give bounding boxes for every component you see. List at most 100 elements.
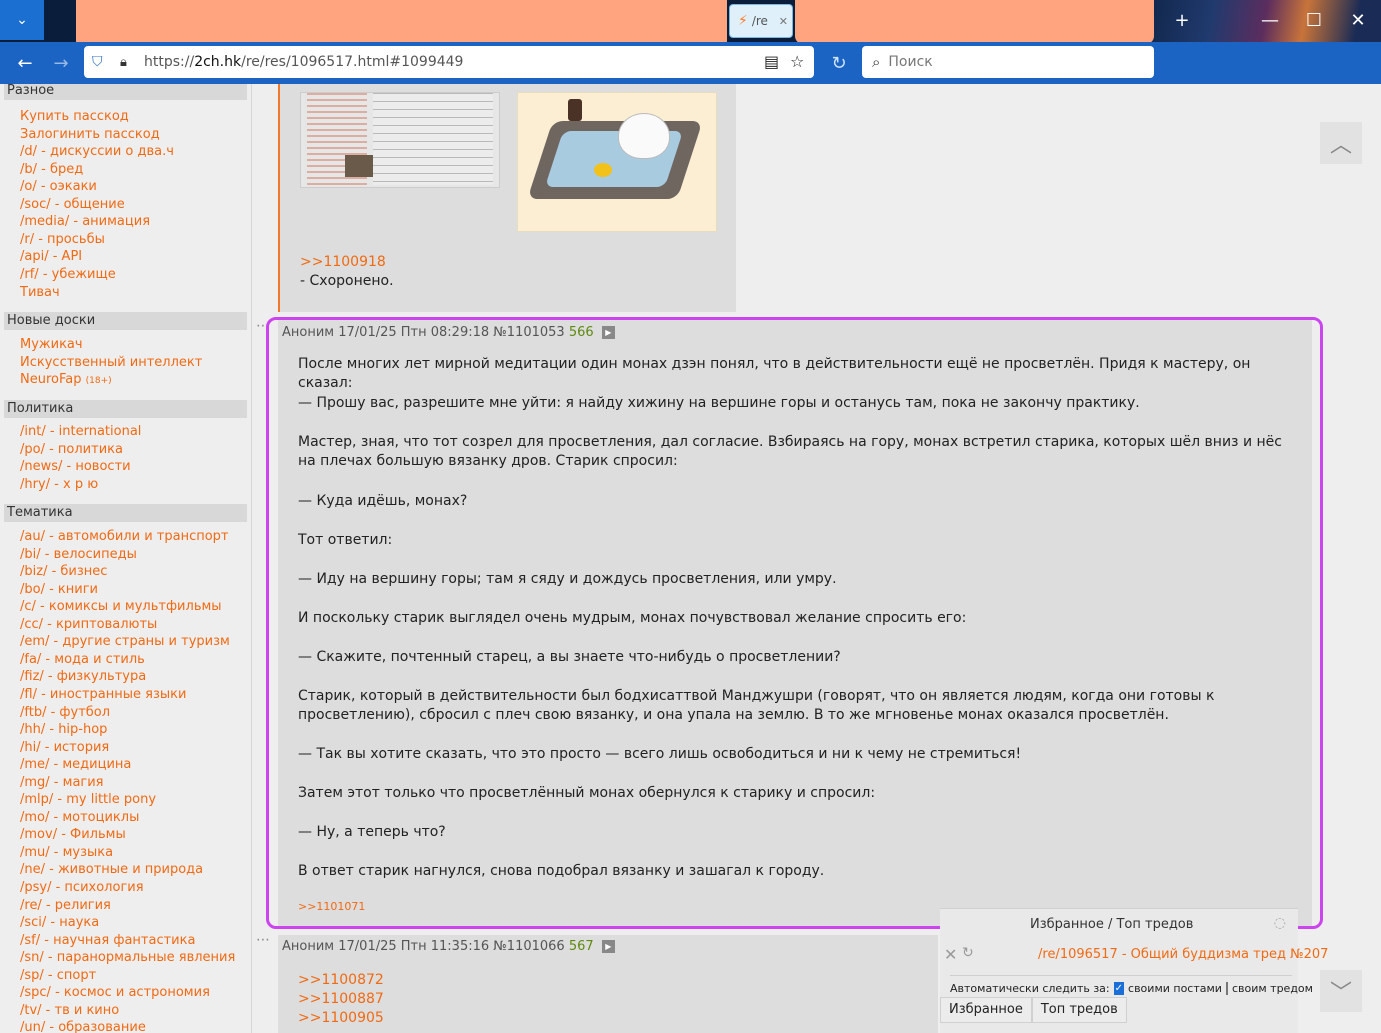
sidebar-link[interactable]: /ftb/ - футбол: [20, 704, 110, 721]
backlink[interactable]: >>1101071: [298, 900, 365, 913]
url-text[interactable]: https://2ch.hk/re/res/1096517.html#10994…: [144, 54, 463, 70]
sidebar-link[interactable]: /po/ - политика: [20, 441, 123, 458]
sidebar-link[interactable]: /bo/ - книги: [20, 581, 98, 598]
sidebar-link[interactable]: /fiz/ - физкультура: [20, 668, 146, 685]
panel-tabs: Избранное Топ тредов: [940, 997, 1298, 1023]
reply-link[interactable]: >>1100918: [300, 254, 386, 270]
attachment-thumbnail[interactable]: [300, 92, 500, 188]
sidebar-link[interactable]: /sn/ - паранормальные явления: [20, 949, 235, 966]
sidebar-link[interactable]: /mu/ - музыка: [20, 844, 113, 861]
sidebar-link[interactable]: /bi/ - велосипеды: [20, 546, 137, 563]
attachment-thumbnail[interactable]: [517, 92, 717, 232]
sidebar-link[interactable]: /rf/ - убежище: [20, 266, 116, 283]
reply-link[interactable]: >>1100905: [298, 1010, 384, 1026]
sidebar-link-label: /soc/ - общение: [20, 196, 125, 212]
post-paragraph: — Прошу вас, разрешите мне уйти: я найду…: [298, 395, 1140, 411]
sidebar-link[interactable]: /spc/ - космос и астрономия: [20, 984, 210, 1001]
sidebar-link[interactable]: /tv/ - тв и кино: [20, 1002, 119, 1019]
sidebar-link[interactable]: NeuroFap (18+): [20, 371, 112, 390]
sidebar-link[interactable]: /fl/ - иностранные языки: [20, 686, 186, 703]
sidebar-link[interactable]: /biz/ - бизнес: [20, 563, 107, 580]
play-icon[interactable]: ▶: [601, 940, 615, 953]
bookmark-star-icon[interactable]: ☆: [790, 52, 804, 71]
forward-button[interactable]: →: [46, 48, 76, 78]
sidebar-link-label: /biz/ - бизнес: [20, 564, 108, 580]
sidebar-link-label: /media/ - анимация: [20, 214, 151, 230]
sidebar-link[interactable]: Мужикач: [20, 336, 83, 353]
sidebar-link[interactable]: /mg/ - магия: [20, 774, 104, 791]
sidebar-link[interactable]: Залогинить пасскод: [20, 126, 160, 143]
own-thread-checkbox[interactable]: [1225, 982, 1228, 995]
sidebar-link[interactable]: /hry/ - х р ю: [20, 476, 98, 493]
sidebar-link[interactable]: /int/ - international: [20, 423, 141, 440]
lock-icon[interactable]: 🔒︎: [120, 55, 134, 70]
redacted-region: [76, 0, 727, 42]
reply-link[interactable]: >>1100872: [298, 972, 384, 988]
tab-favorites[interactable]: Избранное: [940, 997, 1032, 1023]
scroll-down-button[interactable]: ﹀: [1320, 970, 1362, 1012]
sidebar-link[interactable]: /ne/ - животные и природа: [20, 861, 203, 878]
close-window-button[interactable]: ✕: [1336, 0, 1380, 40]
sidebar-link[interactable]: /r/ - просьбы: [20, 231, 105, 248]
post-id[interactable]: №1101066: [493, 939, 564, 954]
minimize-button[interactable]: —: [1248, 0, 1292, 40]
tab-list-button[interactable]: ⌄: [0, 0, 44, 40]
tab-bar: ⌄ ⚡ /re ✕ + — ☐ ✕: [0, 0, 1381, 42]
sidebar-link-label: /int/ - international: [20, 424, 142, 439]
sidebar-link[interactable]: /hi/ - история: [20, 739, 109, 756]
post-menu-icon[interactable]: ⋯: [256, 932, 271, 948]
back-button[interactable]: ←: [10, 48, 40, 78]
sidebar-link[interactable]: Искусственный интеллект: [20, 354, 202, 371]
sidebar-link[interactable]: /media/ - анимация: [20, 213, 150, 230]
scroll-up-button[interactable]: ︿: [1320, 122, 1362, 164]
sidebar-link[interactable]: /psy/ - психология: [20, 879, 144, 896]
sidebar-link[interactable]: /c/ - комиксы и мультфильмы: [20, 598, 222, 615]
url-bar[interactable]: ⛉ 🔒︎ https://2ch.hk/re/res/1096517.html#…: [84, 46, 814, 78]
reply-link[interactable]: >>1100887: [298, 991, 384, 1007]
tab-active[interactable]: ⚡ /re ✕: [729, 4, 793, 38]
sidebar-link[interactable]: Купить пасскод: [20, 108, 129, 125]
favorite-thread-link[interactable]: /re/1096517 - Общий буддизма тред №207: [1038, 947, 1328, 962]
post-menu-icon[interactable]: ⋯: [256, 318, 271, 334]
refresh-icon[interactable]: ↻: [962, 945, 974, 961]
sidebar-link[interactable]: /mlp/ - my little pony: [20, 791, 156, 808]
sidebar-link[interactable]: Тивач: [20, 284, 60, 301]
sidebar-link[interactable]: /cc/ - криптовалюты: [20, 616, 157, 633]
sidebar-link[interactable]: /b/ - бред: [20, 161, 83, 178]
sidebar-link[interactable]: /sf/ - научная фантастика: [20, 932, 195, 949]
reader-view-icon[interactable]: ▤: [764, 52, 779, 71]
sidebar-link[interactable]: /news/ - новости: [20, 458, 131, 475]
maximize-button[interactable]: ☐: [1292, 0, 1336, 40]
play-icon[interactable]: ▶: [601, 326, 615, 339]
sidebar-link[interactable]: /un/ - образование: [20, 1019, 146, 1033]
sidebar-link[interactable]: /soc/ - общение: [20, 196, 125, 213]
sidebar-link[interactable]: /mov/ - Фильмы: [20, 826, 126, 843]
sidebar-link[interactable]: /hh/ - hip-hop: [20, 721, 107, 738]
sidebar-link-label: /bi/ - велосипеды: [20, 546, 137, 562]
sidebar-link[interactable]: /au/ - автомобили и транспорт: [20, 528, 229, 545]
shield-icon[interactable]: ⛉: [92, 54, 110, 70]
sidebar-link[interactable]: /em/ - другие страны и туризм: [20, 633, 230, 650]
sidebar-link[interactable]: /me/ - медицина: [20, 756, 131, 773]
sidebar-link-label: /po/ - политика: [20, 441, 123, 457]
post-id[interactable]: №1101053: [493, 325, 564, 340]
close-icon[interactable]: ✕: [944, 945, 957, 964]
reload-icon[interactable]: ↻: [826, 50, 852, 76]
sidebar-link[interactable]: /mo/ - мотоциклы: [20, 809, 139, 826]
post-paragraph: — Скажите, почтенный старец, а вы знаете…: [298, 649, 841, 665]
scrollbar[interactable]: [1377, 84, 1381, 1033]
sidebar-link[interactable]: /sci/ - наука: [20, 914, 99, 931]
close-tab-icon[interactable]: ✕: [779, 15, 788, 28]
own-posts-checkbox[interactable]: ✓: [1113, 982, 1125, 995]
tab-top-threads[interactable]: Топ тредов: [1031, 997, 1127, 1023]
sidebar-link[interactable]: /d/ - дискуссии о два.ч: [20, 143, 174, 160]
new-tab-button[interactable]: +: [1160, 0, 1204, 40]
sidebar-link[interactable]: /re/ - религия: [20, 897, 111, 914]
post-paragraph: Мастер, зная, что тот созрел для просвет…: [298, 434, 1282, 469]
refresh-icon[interactable]: ◌: [1274, 915, 1286, 931]
sidebar-link[interactable]: /o/ - оэкаки: [20, 178, 97, 195]
sidebar-link[interactable]: /api/ - API: [20, 248, 82, 265]
search-input[interactable]: ⌕ Поиск: [862, 46, 1154, 78]
sidebar-link[interactable]: /sp/ - спорт: [20, 967, 96, 984]
sidebar-link[interactable]: /fa/ - мода и стиль: [20, 651, 145, 668]
